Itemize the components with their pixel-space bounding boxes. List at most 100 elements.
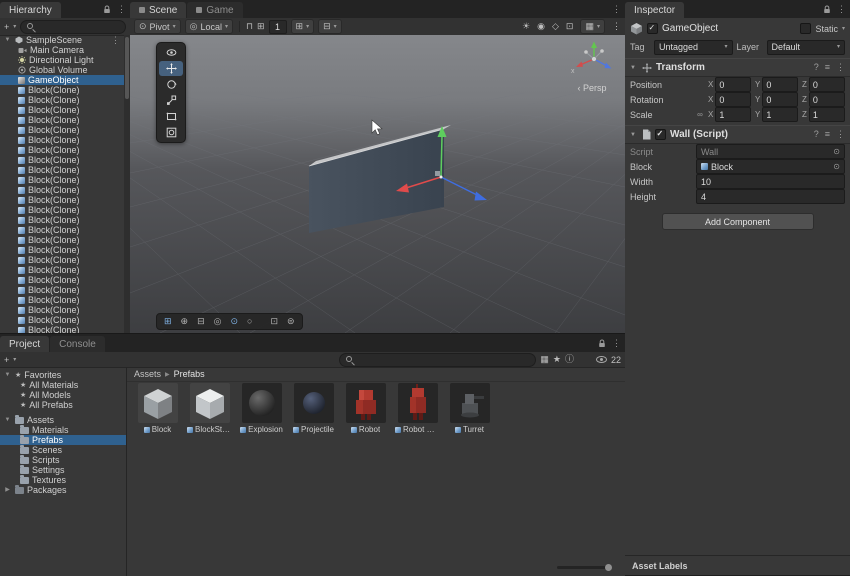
breadcrumb-current[interactable]: Prefabs — [174, 369, 205, 379]
component-menu-icon[interactable]: ⋮ — [836, 129, 845, 140]
packages-root[interactable]: ▶ Packages — [0, 485, 126, 495]
folder-settings[interactable]: Settings — [0, 465, 126, 475]
hierarchy-item-block-clone[interactable]: Block(Clone) — [0, 155, 124, 165]
script-object-field[interactable]: Wall ⊙ — [696, 144, 845, 159]
component-menu-icon[interactable]: ⋮ — [836, 62, 845, 73]
asset-item-explosion[interactable]: Explosion — [239, 383, 284, 434]
script-enabled-checkbox[interactable] — [655, 129, 666, 140]
hierarchy-item-block-clone[interactable]: Block(Clone) — [0, 125, 124, 135]
hierarchy-item-main-camera[interactable]: Main Camera — [0, 45, 124, 55]
folder-prefabs-selected[interactable]: Prefabs — [0, 435, 126, 445]
grid-toggle-icon[interactable]: ⊞ — [164, 317, 172, 326]
help-icon[interactable]: ? — [814, 129, 819, 140]
hierarchy-item-block-clone[interactable]: Block(Clone) — [0, 315, 124, 325]
presets-icon[interactable]: ≡ — [825, 62, 830, 73]
lock-icon[interactable] — [598, 339, 606, 348]
favorites-root[interactable]: ▼ ★ Favorites — [0, 370, 126, 380]
foldout-icon[interactable]: ▼ — [3, 372, 12, 378]
rotation-z-field[interactable]: 0 — [809, 92, 845, 107]
wall-script-component-header[interactable]: ▼ Wall (Script) ? ≡ ⋮ — [625, 125, 850, 144]
scene-menu-icon[interactable]: ⋮ — [612, 21, 621, 32]
hierarchy-item-block-clone[interactable]: Block(Clone) — [0, 195, 124, 205]
rotation-x-field[interactable]: 0 — [715, 92, 751, 107]
hierarchy-item-block-clone[interactable]: Block(Clone) — [0, 325, 124, 333]
assets-root[interactable]: ▼ Assets — [0, 415, 126, 425]
foldout-icon[interactable]: ▼ — [3, 417, 12, 423]
info-icon[interactable]: ⓘ — [565, 355, 574, 364]
tag-dropdown[interactable]: Untagged ▾ — [654, 40, 733, 55]
lock-icon[interactable] — [823, 5, 831, 14]
scene-viewport[interactable]: ⊞ ⊕ ⊟ ◎ ⊙ ○ ⊡ ⊜ x — [130, 35, 625, 333]
folder-materials[interactable]: Materials — [0, 425, 126, 435]
panel-menu-icon[interactable]: ⋮ — [837, 4, 846, 15]
hierarchy-search-input[interactable] — [20, 20, 126, 34]
scene-visibility-toggle-icon[interactable]: ⊡ — [566, 22, 574, 31]
asset-item-robot-w[interactable]: Robot W... — [395, 383, 440, 434]
tab-scene[interactable]: Scene — [130, 2, 186, 18]
favorites-all-models[interactable]: ★ All Models — [0, 390, 126, 400]
scale-z-field[interactable]: 1 — [809, 107, 845, 122]
hierarchy-item-block-clone[interactable]: Block(Clone) — [0, 275, 124, 285]
scene-effects-toggle-icon[interactable]: ◇ — [552, 22, 559, 31]
hierarchy-item-block-clone[interactable]: Block(Clone) — [0, 245, 124, 255]
hierarchy-item-block-clone[interactable]: Block(Clone) — [0, 255, 124, 265]
hierarchy-item-block-clone[interactable]: Block(Clone) — [0, 225, 124, 235]
width-field[interactable]: 10 — [696, 174, 845, 189]
snap-settings-dropdown[interactable]: ⊟ ▾ — [318, 19, 342, 34]
pivot-overlay-icon[interactable]: ⊙ — [231, 317, 239, 326]
thumbnail-size-slider[interactable] — [557, 566, 611, 569]
favorites-all-prefabs[interactable]: ★ All Prefabs — [0, 400, 126, 410]
lock-icon[interactable] — [103, 5, 111, 14]
scale-tool-button[interactable] — [159, 93, 183, 108]
orientation-overlay-icon[interactable]: ◎ — [214, 317, 222, 326]
rect-tool-button[interactable] — [159, 109, 183, 124]
snap-overlay-icon[interactable]: ⊟ — [197, 317, 205, 326]
hierarchy-item-block-clone[interactable]: Block(Clone) — [0, 95, 124, 105]
breadcrumb-root[interactable]: Assets — [134, 369, 161, 379]
hierarchy-item-block-clone[interactable]: Block(Clone) — [0, 295, 124, 305]
position-x-field[interactable]: 0 — [715, 77, 751, 92]
asset-item-block[interactable]: Block — [135, 383, 180, 434]
gizmo-y-axis[interactable] — [441, 136, 442, 177]
camera-overlay-icon[interactable]: ⊡ — [270, 317, 278, 326]
grid-size-field[interactable]: 1 — [269, 20, 287, 34]
overlay-settings-icon[interactable]: ⊜ — [287, 317, 295, 326]
active-checkbox[interactable] — [647, 23, 658, 34]
rotate-tool-button[interactable] — [159, 77, 183, 92]
layer-dropdown[interactable]: Default ▾ — [767, 40, 846, 55]
hierarchy-item-directional-light[interactable]: Directional Light — [0, 55, 124, 65]
gameobject-name-field[interactable]: GameObject — [662, 23, 718, 34]
create-menu-button[interactable]: + — [4, 22, 9, 32]
panel-menu-icon[interactable]: ⋮ — [117, 4, 126, 15]
hierarchy-item-global-volume[interactable]: Global Volume — [0, 65, 124, 75]
tab-console[interactable]: Console — [50, 336, 105, 352]
scale-y-field[interactable]: 1 — [762, 107, 798, 122]
favorite-search-icon[interactable]: ★ — [553, 355, 561, 364]
rotation-y-field[interactable]: 0 — [762, 92, 798, 107]
block-object-field[interactable]: Block ⊙ — [696, 159, 845, 174]
object-picker-icon[interactable]: ⊙ — [833, 147, 840, 156]
transform-tool-button[interactable] — [159, 125, 183, 140]
hierarchy-item-block-clone[interactable]: Block(Clone) — [0, 175, 124, 185]
move-overlay-icon[interactable]: ⊕ — [181, 317, 189, 326]
scale-x-field[interactable]: 1 — [715, 107, 751, 122]
folder-scenes[interactable]: Scenes — [0, 445, 126, 455]
view-tool-button[interactable] — [159, 45, 183, 60]
position-y-field[interactable]: 0 — [762, 77, 798, 92]
snap-magnet-icon[interactable]: ⊓ — [246, 22, 253, 31]
panel-menu-icon[interactable]: ⋮ — [612, 4, 621, 15]
hierarchy-item-block-clone[interactable]: Block(Clone) — [0, 305, 124, 315]
hierarchy-item-gameobject-selected[interactable]: GameObject — [0, 75, 124, 85]
create-menu-caret-icon[interactable]: ▾ — [13, 24, 16, 30]
foldout-icon[interactable]: ▶ — [3, 487, 12, 493]
create-asset-caret-icon[interactable]: ▾ — [13, 357, 16, 363]
transform-component-header[interactable]: ▼ Transform ? ≡ ⋮ — [625, 58, 850, 77]
scene-options-icon[interactable]: ⋮ — [111, 35, 124, 46]
asset-item-turret[interactable]: Turret — [447, 383, 492, 434]
perspective-toggle[interactable]: ‹ Persp — [563, 83, 621, 93]
hierarchy-item-block-clone[interactable]: Block(Clone) — [0, 105, 124, 115]
tool-handle-rotation-dropdown[interactable]: ◎ Local ▾ — [185, 19, 233, 34]
tab-hierarchy[interactable]: Hierarchy — [0, 2, 61, 18]
height-field[interactable]: 4 — [696, 189, 845, 204]
grid-snapping-icon[interactable]: ⊞ — [257, 22, 265, 31]
